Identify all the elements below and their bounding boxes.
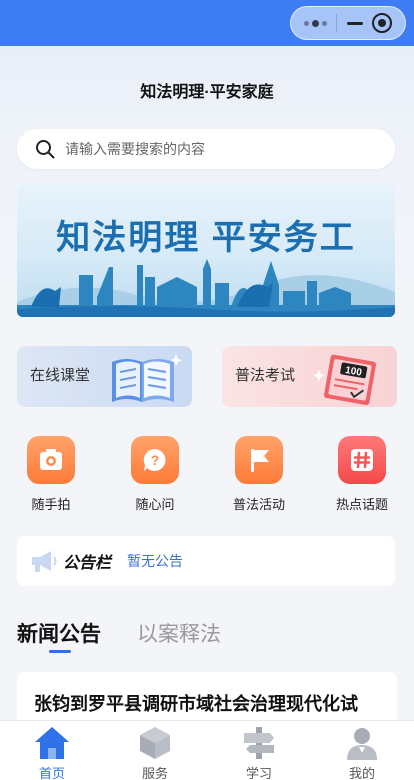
search-icon bbox=[36, 140, 55, 159]
tabbar-service[interactable]: 服务 bbox=[120, 721, 190, 780]
svg-text:?: ? bbox=[151, 452, 160, 468]
megaphone-icon bbox=[32, 551, 57, 572]
minimize-icon[interactable] bbox=[346, 21, 363, 25]
flag-icon bbox=[235, 436, 283, 484]
exam-paper-icon: 100 bbox=[313, 354, 377, 406]
signpost-icon bbox=[244, 727, 274, 759]
user-icon bbox=[347, 728, 377, 760]
book-icon bbox=[112, 354, 182, 402]
question-icon: ? bbox=[131, 436, 179, 484]
promo-law-exam[interactable]: 普法考试 100 bbox=[222, 346, 397, 407]
promo-online-classroom[interactable]: 在线课堂 bbox=[17, 346, 192, 407]
tabbar-study-label: 学习 bbox=[245, 766, 272, 780]
quick-action-snap[interactable]: 随手拍 bbox=[11, 436, 91, 513]
cube-icon bbox=[140, 727, 170, 759]
miniprogram-capsule bbox=[290, 6, 406, 40]
quick-actions: 随手拍 ? 随心问 普法活动 热点话题 bbox=[0, 436, 414, 516]
notice-text: 暂无公告 bbox=[127, 553, 184, 569]
banner[interactable]: 知法明理 平安务工 bbox=[17, 184, 395, 317]
page-title: 知法明理·平安家庭 bbox=[140, 84, 274, 101]
tabbar-service-label: 服务 bbox=[141, 766, 168, 780]
home-icon bbox=[35, 727, 69, 759]
notice-tag: 公告栏 bbox=[63, 555, 112, 572]
quick-action-ask-label: 随心问 bbox=[135, 497, 175, 512]
promo-online-classroom-label: 在线课堂 bbox=[30, 367, 91, 384]
notice-board[interactable]: 公告栏 暂无公告 bbox=[17, 536, 395, 586]
search-input[interactable] bbox=[65, 141, 365, 157]
tab-case-law[interactable]: 以案释法 bbox=[137, 618, 221, 648]
more-icon[interactable] bbox=[303, 19, 327, 27]
close-miniprogram-icon[interactable] bbox=[372, 13, 393, 33]
tabbar-study[interactable]: 学习 bbox=[224, 721, 294, 780]
capsule-divider bbox=[336, 14, 338, 32]
hashtag-icon bbox=[338, 436, 386, 484]
tabbar-home-label: 首页 bbox=[38, 766, 65, 780]
city-skyline-illustration bbox=[17, 259, 395, 317]
tabbar-home[interactable]: 首页 bbox=[17, 721, 87, 780]
bottom-tab-bar: 首页 服务 学习 我的 bbox=[0, 720, 414, 780]
camera-icon bbox=[27, 436, 75, 484]
tabbar-profile-label: 我的 bbox=[348, 766, 375, 780]
tabbar-profile[interactable]: 我的 bbox=[327, 721, 397, 780]
quick-action-ask[interactable]: ? 随心问 bbox=[115, 436, 195, 513]
quick-action-activity[interactable]: 普法活动 bbox=[219, 436, 299, 513]
tab-news[interactable]: 新闻公告 bbox=[17, 618, 101, 648]
quick-action-activity-label: 普法活动 bbox=[232, 497, 285, 512]
promo-law-exam-label: 普法考试 bbox=[235, 367, 296, 384]
quick-action-hot-topics[interactable]: 热点话题 bbox=[322, 436, 402, 513]
tab-active-indicator bbox=[49, 650, 71, 653]
news-item-title: 张钧到罗平县调研市域社会治理现代化试 bbox=[34, 694, 358, 714]
search-bar[interactable] bbox=[17, 129, 395, 169]
quick-action-hot-topics-label: 热点话题 bbox=[335, 497, 388, 512]
quick-action-snap-label: 随手拍 bbox=[31, 497, 71, 512]
